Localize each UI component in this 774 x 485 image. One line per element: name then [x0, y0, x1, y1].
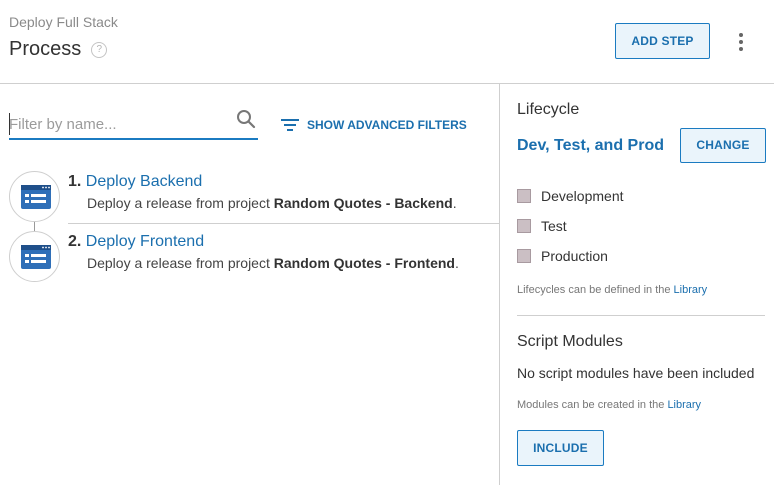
phase-label: Development [541, 188, 624, 204]
breadcrumb[interactable]: Deploy Full Stack [9, 14, 118, 30]
library-link[interactable]: Library [667, 399, 701, 411]
add-step-button[interactable]: ADD STEP [615, 23, 710, 59]
step-icon [9, 171, 60, 222]
phase-square-icon [517, 249, 531, 263]
no-modules-text: No script modules have been included [517, 365, 755, 381]
step-description: Deploy a release from project Random Quo… [87, 255, 459, 271]
step-title: 1. Deploy Backend [68, 173, 202, 191]
phase-label: Test [541, 218, 567, 234]
script-modules-heading: Script Modules [517, 333, 623, 350]
project-name: Random Quotes - Frontend [273, 255, 455, 271]
page-title-row: Process ? [9, 38, 108, 61]
search-icon[interactable] [236, 109, 256, 129]
change-lifecycle-button[interactable]: CHANGE [680, 128, 766, 163]
step-icon [9, 231, 60, 282]
page-header: Deploy Full Stack Process ? ADD STEP [0, 0, 774, 84]
phase-item: Production [517, 248, 608, 264]
text-cursor [9, 113, 10, 135]
phase-item: Test [517, 218, 567, 234]
more-vertical-icon[interactable] [733, 31, 749, 53]
phase-item: Development [517, 188, 624, 204]
filter-list-icon [281, 119, 299, 131]
process-steps-panel: SHOW ADVANCED FILTERS 1. Deploy Backend … [0, 84, 499, 485]
sidebar: Lifecycle Dev, Test, and Prod CHANGE Dev… [499, 84, 774, 485]
lifecycle-name-link[interactable]: Dev, Test, and Prod [517, 137, 664, 155]
divider [68, 223, 499, 224]
step-number: 2. [68, 233, 82, 250]
step-name-link[interactable]: Deploy Backend [86, 173, 203, 190]
step-description: Deploy a release from project Random Quo… [87, 195, 457, 211]
lifecycle-heading: Lifecycle [517, 101, 580, 118]
phase-square-icon [517, 219, 531, 233]
step-title: 2. Deploy Frontend [68, 233, 204, 251]
step-number: 1. [68, 173, 82, 190]
filter-input[interactable] [9, 113, 224, 135]
step-row[interactable]: 1. Deploy Backend Deploy a release from … [0, 169, 499, 229]
step-name-link[interactable]: Deploy Frontend [86, 233, 204, 250]
filter-field[interactable] [9, 109, 258, 140]
lifecycle-note: Lifecycles can be defined in the Library [517, 284, 708, 296]
help-icon[interactable]: ? [91, 41, 108, 58]
include-button[interactable]: INCLUDE [517, 430, 604, 466]
show-advanced-filters-button[interactable]: SHOW ADVANCED FILTERS [281, 118, 467, 132]
step-row[interactable]: 2. Deploy Frontend Deploy a release from… [0, 229, 499, 289]
project-name: Random Quotes - Backend [273, 195, 453, 211]
advanced-filters-label: SHOW ADVANCED FILTERS [307, 118, 467, 132]
library-link[interactable]: Library [674, 284, 708, 296]
page-title: Process [9, 38, 82, 60]
divider [517, 315, 765, 316]
phase-square-icon [517, 189, 531, 203]
modules-note: Modules can be created in the Library [517, 399, 702, 411]
phase-label: Production [541, 248, 608, 264]
